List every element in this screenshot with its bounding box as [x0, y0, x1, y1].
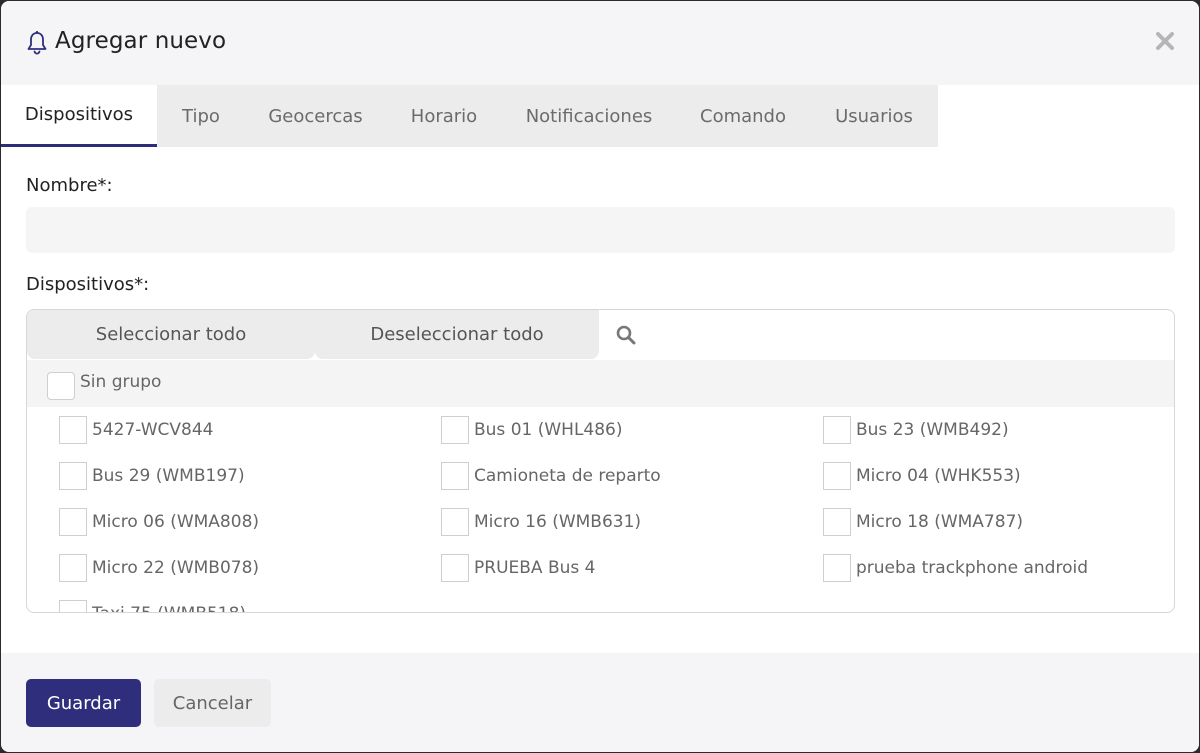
cancel-button[interactable]: Cancelar	[154, 679, 271, 727]
tab-label: Dispositivos	[24, 104, 134, 125]
device-list: 5427-WCV844 Bus 01 (WHL486) Bus 23 (WMB4…	[27, 407, 1174, 612]
device-label: Camioneta de reparto	[474, 466, 661, 486]
modal-header: Agregar nuevo	[1, 1, 1199, 85]
device-item[interactable]: Taxi 75 (WMB518)	[59, 599, 246, 612]
device-label: Taxi 75 (WMB518)	[92, 604, 246, 612]
device-item[interactable]: prueba trackphone android	[823, 553, 1088, 583]
name-input[interactable]	[26, 207, 1175, 253]
tab-bar: Dispositivos Tipo Geocercas Horario Noti…	[1, 85, 938, 147]
device-item[interactable]: Bus 29 (WMB197)	[59, 461, 245, 491]
device-checkbox[interactable]	[59, 554, 87, 582]
tab-label: Notificaciones	[525, 105, 653, 127]
device-label: Micro 04 (WHK553)	[856, 466, 1021, 486]
tab-label: Horario	[410, 105, 478, 127]
tab-tipo[interactable]: Tipo	[157, 85, 245, 147]
device-item[interactable]: Micro 06 (WMA808)	[59, 507, 259, 537]
modal-footer: Guardar Cancelar	[1, 653, 1199, 752]
tab-comando[interactable]: Comando	[676, 85, 810, 147]
device-label: Micro 16 (WMB631)	[474, 512, 642, 532]
add-new-modal: Agregar nuevo Dispositivos Tipo Geocerca…	[1, 1, 1199, 752]
device-item[interactable]: Micro 16 (WMB631)	[441, 507, 641, 537]
devices-label: Dispositivos*:	[26, 274, 150, 295]
modal-title: Agregar nuevo	[55, 28, 227, 54]
tab-usuarios[interactable]: Usuarios	[810, 85, 938, 147]
device-checkbox[interactable]	[59, 600, 87, 612]
device-item[interactable]: PRUEBA Bus 4	[441, 553, 595, 583]
device-item[interactable]: Micro 04 (WHK553)	[823, 461, 1021, 491]
device-label: prueba trackphone android	[856, 558, 1089, 578]
device-label: Bus 29 (WMB197)	[92, 466, 245, 486]
device-label: Micro 18 (WMA787)	[856, 512, 1024, 532]
device-label: 5427-WCV844	[92, 420, 214, 440]
device-checkbox[interactable]	[441, 416, 469, 444]
deselect-all-button[interactable]: Deseleccionar todo	[315, 310, 599, 359]
group-label: Sin grupo	[80, 372, 162, 392]
device-checkbox[interactable]	[59, 462, 87, 490]
close-icon[interactable]	[1153, 29, 1177, 53]
device-checkbox[interactable]	[441, 462, 469, 490]
search-icon[interactable]	[615, 324, 637, 346]
tab-horario[interactable]: Horario	[386, 85, 502, 147]
devices-selector: Seleccionar todo Deseleccionar todo Sin …	[26, 309, 1175, 613]
device-label: Micro 06 (WMA808)	[92, 512, 260, 532]
tab-dispositivos[interactable]: Dispositivos	[1, 85, 157, 147]
device-item[interactable]: Micro 22 (WMB078)	[59, 553, 259, 583]
bell-icon	[27, 31, 47, 55]
device-checkbox[interactable]	[823, 554, 851, 582]
device-label: Bus 23 (WMB492)	[856, 420, 1009, 440]
device-item[interactable]: Camioneta de reparto	[441, 461, 661, 491]
device-item[interactable]: Bus 23 (WMB492)	[823, 415, 1009, 445]
device-label: Bus 01 (WHL486)	[474, 420, 623, 440]
device-label: Micro 22 (WMB078)	[92, 558, 260, 578]
device-item[interactable]: Micro 18 (WMA787)	[823, 507, 1023, 537]
tab-geocercas[interactable]: Geocercas	[245, 85, 386, 147]
device-item[interactable]: Bus 01 (WHL486)	[441, 415, 623, 445]
device-checkbox[interactable]	[59, 416, 87, 444]
name-label: Nombre*:	[26, 175, 113, 196]
save-button[interactable]: Guardar	[26, 679, 141, 727]
tab-label: Geocercas	[268, 105, 363, 127]
device-label: PRUEBA Bus 4	[474, 558, 596, 578]
group-row-sin-grupo[interactable]: Sin grupo	[27, 360, 1174, 407]
devices-toolbar: Seleccionar todo Deseleccionar todo	[27, 310, 1174, 360]
device-checkbox[interactable]	[823, 462, 851, 490]
select-all-button[interactable]: Seleccionar todo	[27, 310, 315, 359]
tab-label: Comando	[700, 105, 786, 127]
tab-label: Tipo	[182, 105, 220, 127]
device-item[interactable]: 5427-WCV844	[59, 415, 213, 445]
tab-notificaciones[interactable]: Notificaciones	[502, 85, 676, 147]
device-checkbox[interactable]	[823, 508, 851, 536]
device-checkbox[interactable]	[441, 554, 469, 582]
group-checkbox[interactable]	[47, 372, 75, 400]
device-checkbox[interactable]	[59, 508, 87, 536]
device-checkbox[interactable]	[441, 508, 469, 536]
device-checkbox[interactable]	[823, 416, 851, 444]
tab-label: Usuarios	[835, 105, 913, 127]
